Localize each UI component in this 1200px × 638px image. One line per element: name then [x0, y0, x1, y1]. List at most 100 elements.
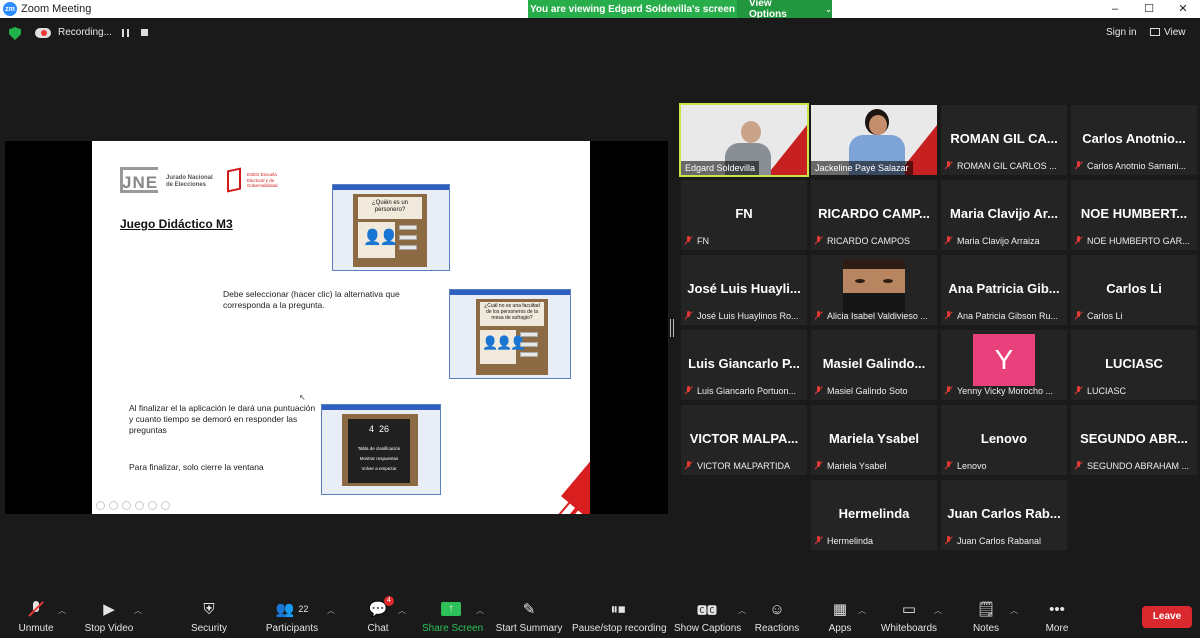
stop-video-button[interactable]: ▶︎ Stop Video — [82, 598, 136, 634]
participant-tile[interactable]: Carlos Li Carlos Li — [1071, 255, 1197, 325]
apps-options-caret[interactable]: ︿ — [858, 605, 866, 616]
stop-video-label: Stop Video — [84, 623, 134, 634]
participant-tile[interactable]: Juan Carlos Rab... Juan Carlos Rabanal — [941, 480, 1067, 550]
participant-display-name: Masiel Galindo... — [822, 356, 926, 371]
slide-red-decoration — [480, 394, 590, 514]
notes-options-caret[interactable]: ︿ — [1010, 605, 1018, 616]
sign-in-button[interactable]: Sign in — [1106, 27, 1137, 38]
share-options-caret[interactable]: ︿ — [476, 605, 484, 616]
participant-name: Carlos Li — [1087, 311, 1123, 321]
participant-tile[interactable]: Ana Patricia Gib... Ana Patricia Gibson R… — [941, 255, 1067, 325]
whiteboards-label: Whiteboards — [880, 623, 938, 634]
stop-recording-icon[interactable] — [141, 29, 148, 36]
participant-tile[interactable]: SEGUNDO ABR... SEGUNDO ABRAHAM ... — [1071, 405, 1197, 475]
thumb-titlebar — [450, 290, 570, 295]
unmute-button[interactable]: Unmute — [14, 598, 58, 634]
hair — [843, 259, 905, 269]
minimize-button[interactable]: – — [1098, 0, 1132, 18]
participant-tile[interactable]: Lenovo Lenovo — [941, 405, 1067, 475]
more-dots-icon: ••• — [1049, 600, 1065, 618]
score-points: 4 — [368, 424, 374, 434]
participant-face — [741, 121, 761, 143]
participant-tile[interactable]: Hermelinda Hermelinda — [811, 480, 937, 550]
participant-tile[interactable]: Luis Giancarlo P... Luis Giancarlo Portuo… — [681, 330, 807, 400]
slide-control-icon[interactable] — [96, 501, 105, 510]
answer-option-1 — [399, 225, 417, 230]
security-button[interactable]: ⛨ Security — [186, 598, 232, 635]
game-screenshot-2: ¿Cuál no es una facultad de los personer… — [449, 289, 571, 379]
captions-options-caret[interactable]: ︿ — [738, 605, 746, 616]
leave-button[interactable]: Leave — [1142, 606, 1192, 628]
participant-tile[interactable]: Mariela Ysabel Mariela Ysabel — [811, 405, 937, 475]
captions-icon: 🅲🅲 — [697, 605, 717, 617]
muted-mic-icon — [945, 461, 952, 470]
whiteboards-button[interactable]: ▭ Whiteboards — [880, 598, 938, 634]
muted-mic-icon — [1075, 161, 1082, 170]
participant-name: Masiel Galindo Soto — [827, 386, 908, 396]
view-options-button[interactable]: View Options ⌄ — [737, 0, 832, 20]
meeting-toolbar: Unmute ︿ ▶︎ Stop Video ︿ ⛨ Security 👥 22 … — [0, 596, 1200, 638]
participants-options-caret[interactable]: ︿ — [327, 605, 335, 616]
participants-button[interactable]: 👥 22 Participants — [264, 598, 320, 634]
shared-screen[interactable]: JNE Jurado Nacional de Elecciones ESEG E… — [5, 141, 668, 514]
start-summary-button[interactable]: ✎ Start Summary — [494, 598, 564, 634]
muted-mic-icon — [1075, 236, 1082, 245]
participant-tile[interactable]: Edgard Soldevilla — [679, 103, 809, 177]
close-window-button[interactable]: ✕ — [1166, 0, 1200, 18]
chat-button[interactable]: 💬 4 Chat — [362, 596, 394, 634]
zoom-app-icon: zm — [3, 2, 17, 16]
slide-control-icon[interactable] — [148, 501, 157, 510]
participant-name-row: Masiel Galindo Soto — [815, 386, 935, 396]
pause-recording-icon[interactable] — [122, 29, 129, 37]
slide-control-icon[interactable] — [122, 501, 131, 510]
encryption-shield-icon[interactable] — [9, 27, 21, 40]
show-captions-button[interactable]: 🅲🅲 Show Captions — [674, 598, 741, 635]
slide-control-icon[interactable] — [135, 501, 144, 510]
apps-button[interactable]: ▦ Apps — [826, 598, 854, 634]
muted-mic-icon — [1075, 461, 1082, 470]
whiteboards-options-caret[interactable]: ︿ — [934, 605, 942, 616]
participant-tile[interactable]: VICTOR MALPA... VICTOR MALPARTIDA — [681, 405, 807, 475]
jne-logo-text: Jurado Nacional de Elecciones — [166, 175, 213, 188]
participant-tile[interactable]: Jackeline Payé Salazar — [811, 105, 937, 175]
participant-name: Edgard Soldevilla — [681, 161, 760, 175]
share-screen-button[interactable]: ↑ Share Screen — [422, 598, 483, 634]
score-time: 26 — [379, 424, 390, 434]
participant-tile[interactable]: Carlos Anotnio... Carlos Anotnio Samani..… — [1071, 105, 1197, 175]
participant-name-row: Juan Carlos Rabanal — [945, 536, 1065, 546]
view-button[interactable]: View — [1150, 27, 1186, 38]
slide-controls[interactable] — [96, 501, 170, 510]
participant-tile[interactable]: Alicia Isabel Valdivieso ... — [811, 255, 937, 325]
more-button[interactable]: ••• More — [1042, 598, 1072, 635]
participant-name-row: Luis Giancarlo Portuon... — [685, 386, 805, 396]
muted-mic-icon — [685, 461, 692, 470]
participant-tile[interactable]: Maria Clavijo Ar... Maria Clavijo Arraiza — [941, 180, 1067, 250]
slide-control-icon[interactable] — [109, 501, 118, 510]
participant-tile[interactable]: José Luis Huayli... José Luis Huaylinos R… — [681, 255, 807, 325]
participant-name: Ana Patricia Gibson Ru... — [957, 311, 1059, 321]
participant-tile[interactable]: FN FN — [681, 180, 807, 250]
notes-button[interactable]: 🗒 Notes — [970, 598, 1002, 634]
participant-name-row: José Luis Huaylinos Ro... — [685, 311, 805, 321]
participant-tile[interactable]: Masiel Galindo... Masiel Galindo Soto — [811, 330, 937, 400]
splitter-handle[interactable] — [670, 319, 674, 337]
participant-tile[interactable]: Y Yenny Vicky Morocho ... — [941, 330, 1067, 400]
audio-options-caret[interactable]: ︿ — [58, 605, 66, 616]
slide-control-icon[interactable] — [161, 501, 170, 510]
participant-tile[interactable]: ROMAN GIL CA... ROMAN GIL CARLOS ... — [941, 105, 1067, 175]
reactions-smiley-icon: ☺ — [769, 600, 785, 618]
participant-tile[interactable]: NOE HUMBERT... NOE HUMBERTO GAR... — [1071, 180, 1197, 250]
maximize-button[interactable]: ☐ — [1132, 0, 1166, 18]
participant-name: Maria Clavijo Arraiza — [957, 236, 1040, 246]
muted-mic-icon — [30, 601, 42, 617]
participant-name: RICARDO CAMPOS — [827, 236, 911, 246]
chat-options-caret[interactable]: ︿ — [398, 605, 406, 616]
viewing-banner-message: You are viewing Edgard Soldevilla's scre… — [528, 0, 737, 18]
pause-stop-recording-button[interactable]: ⏸⏹ Pause/stop recording — [572, 598, 667, 635]
participant-tile[interactable]: RICARDO CAMP... RICARDO CAMPOS — [811, 180, 937, 250]
participant-tile[interactable]: LUCIASC LUCIASC — [1071, 330, 1197, 400]
participant-display-name: RICARDO CAMP... — [818, 206, 930, 221]
video-options-caret[interactable]: ︿ — [134, 605, 142, 616]
summary-icon: ✎ — [522, 601, 536, 618]
reactions-button[interactable]: ☺ Reactions — [754, 598, 800, 635]
